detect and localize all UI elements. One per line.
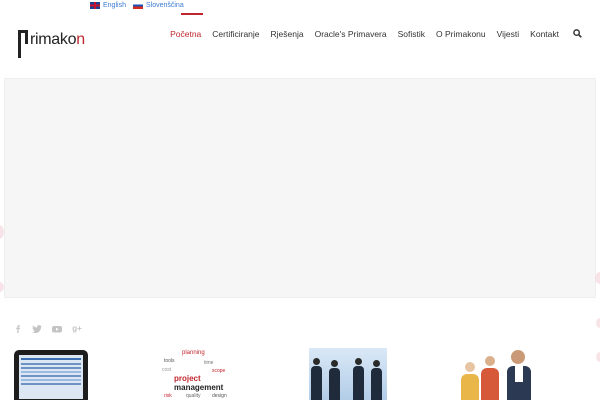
thumbnail-word-cloud[interactable]: planning tools time project management c… bbox=[160, 348, 238, 400]
word-cloud-image: planning tools time project management c… bbox=[160, 348, 238, 400]
thumbnail-handshake[interactable] bbox=[309, 348, 387, 400]
logo-mark-icon bbox=[18, 28, 38, 58]
nav-item-certificiranje[interactable]: Certificiranje bbox=[212, 29, 259, 39]
hero-slider[interactable] bbox=[4, 78, 596, 298]
nav-item-o-primakonu[interactable]: O Primakonu bbox=[436, 29, 486, 39]
search-icon[interactable] bbox=[573, 28, 582, 38]
logo-text: rimakon bbox=[30, 32, 85, 48]
cloud-word: planning bbox=[182, 350, 205, 356]
nav-item-rjesenja[interactable]: Rješenja bbox=[271, 29, 304, 39]
cloud-word: scope bbox=[212, 368, 226, 374]
language-active-underline bbox=[181, 13, 203, 15]
social-links: g+ bbox=[14, 325, 82, 333]
language-slovenian-label: Slovenščina bbox=[145, 2, 184, 9]
cloud-word: management bbox=[174, 383, 224, 392]
cloud-word: risk bbox=[164, 393, 172, 399]
nav-item-vijesti[interactable]: Vijesti bbox=[497, 29, 520, 39]
site-logo[interactable]: rimakon bbox=[18, 26, 85, 58]
nav-item-pocetna[interactable]: Početna bbox=[170, 29, 201, 39]
cloud-word: project bbox=[174, 374, 201, 383]
edge-decoration bbox=[595, 272, 600, 284]
page: English Slovenščina rimakon Početna Cert… bbox=[0, 0, 600, 400]
youtube-icon[interactable] bbox=[52, 325, 62, 333]
cloud-word: tools bbox=[164, 358, 175, 364]
cloud-word: time bbox=[204, 360, 214, 366]
logo-text-accent: n bbox=[76, 31, 85, 48]
edge-decoration bbox=[596, 318, 600, 328]
team-image bbox=[457, 348, 535, 400]
handshake-image bbox=[309, 348, 387, 400]
tablet-image bbox=[14, 350, 88, 400]
facebook-icon[interactable] bbox=[14, 325, 22, 333]
cloud-word: quality bbox=[186, 393, 201, 399]
nav-item-kontakt[interactable]: Kontakt bbox=[530, 29, 559, 39]
language-english-label: English bbox=[103, 2, 126, 9]
thumbnail-row: planning tools time project management c… bbox=[0, 348, 600, 400]
main-nav: Početna Certificiranje Rješenja Oracle's… bbox=[159, 28, 582, 39]
slovenia-flag-icon bbox=[132, 2, 143, 9]
thumbnail-team[interactable] bbox=[457, 348, 535, 400]
twitter-icon[interactable] bbox=[32, 325, 42, 333]
thumbnail-tablet[interactable] bbox=[12, 348, 90, 400]
language-english-link[interactable]: English bbox=[90, 2, 126, 9]
cloud-word: cost bbox=[162, 367, 172, 373]
google-plus-icon[interactable]: g+ bbox=[72, 325, 82, 333]
cloud-word: design bbox=[212, 393, 227, 399]
language-slovenian-link[interactable]: Slovenščina bbox=[132, 2, 184, 9]
language-switcher: English Slovenščina bbox=[90, 2, 187, 9]
nav-item-sofistik[interactable]: Sofistik bbox=[398, 29, 425, 39]
uk-flag-icon bbox=[90, 2, 100, 9]
nav-item-oracles-primavera[interactable]: Oracle's Primavera bbox=[315, 29, 387, 39]
